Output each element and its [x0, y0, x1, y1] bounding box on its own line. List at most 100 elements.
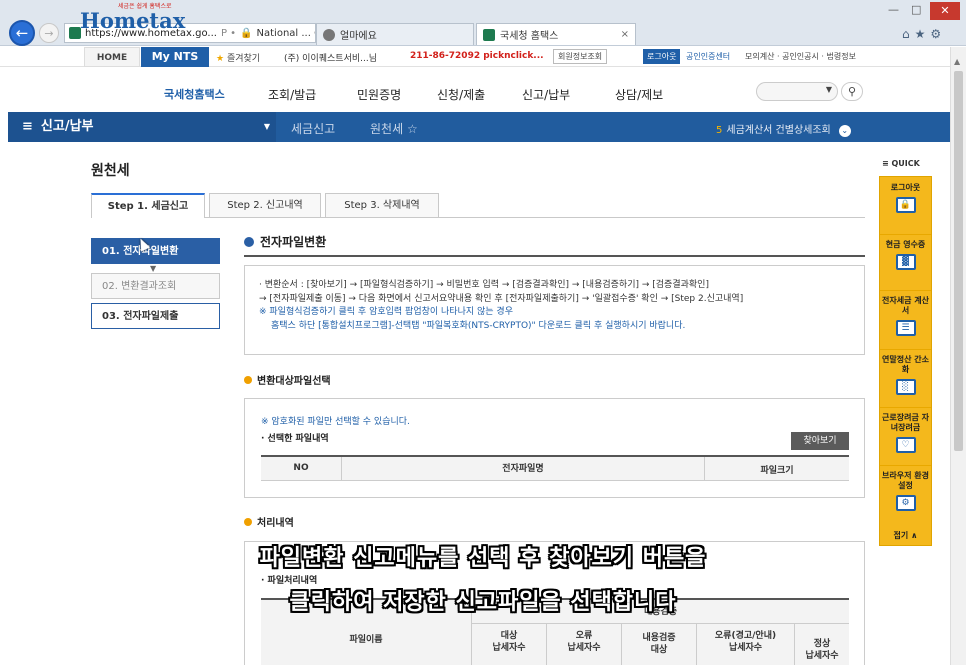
breadcrumb-withholding[interactable]: 원천세 ☆ — [370, 120, 418, 137]
popular-menu[interactable]: 5 세금계산서 건별상세조회 ⌄ — [716, 121, 851, 137]
quick-title: ≡ QUICK — [882, 159, 920, 168]
header-line: 납세자수 — [805, 651, 839, 661]
hometax-tab-icon — [483, 28, 495, 41]
gnb-lookup[interactable]: 조회/발급 — [268, 86, 316, 103]
minimize-button[interactable]: — — [888, 3, 899, 16]
quick-label: 근로장려금 자녀장려금 — [882, 413, 929, 432]
my-nts-button[interactable]: My NTS — [141, 47, 209, 67]
tab-search[interactable]: 얼마에요 — [316, 23, 474, 45]
tab-step2[interactable]: Step 2. 신고내역 — [209, 193, 321, 218]
invoice-icon: ☰ — [895, 320, 916, 336]
triangle-down-icon: ▼ — [263, 122, 270, 131]
side-menu-file-submit[interactable]: 03. 전자파일제출 — [91, 303, 220, 329]
lock-icon: 🔒 — [895, 197, 916, 213]
column-filename: 전자파일명 — [341, 457, 705, 481]
scroll-thumb[interactable] — [954, 71, 963, 451]
quick-label: 연말정산 간소화 — [882, 355, 929, 374]
tab-step3[interactable]: Step 3. 삭제내역 — [325, 193, 439, 218]
lock-icon: 🔒 — [240, 27, 253, 39]
heart-icon: ♡ — [895, 437, 916, 453]
column-target-taxpayers: 대상납세자수 — [471, 624, 546, 665]
tab-hometax[interactable]: 국세청 홈택스 × — [476, 23, 636, 45]
back-button[interactable]: ← — [9, 20, 35, 46]
star-icon: ★ — [216, 54, 225, 64]
menu-title[interactable]: ≡ 신고/납부 ▼ — [8, 112, 276, 142]
popular-label: 세금계산서 건별상세조회 — [726, 125, 831, 136]
hometax-logo[interactable]: 세금은 쉽게 홈택스로 Hometax — [80, 3, 185, 33]
header-line: 납세자수 — [728, 643, 763, 653]
bullet-icon — [244, 237, 254, 247]
quick-panel: 로그아웃 🔒 현금 영수증 ▓ 전자세금 계산서 ☰ 연말정산 간소화 ░ 근로… — [879, 176, 932, 546]
quick-logout[interactable]: 로그아웃 🔒 — [880, 183, 931, 213]
quick-incentive[interactable]: 근로장려금 자녀장려금 ♡ — [880, 407, 931, 453]
address-search-icon[interactable]: Ρ • — [221, 28, 236, 39]
quick-year-end[interactable]: 연말정산 간소화 ░ — [880, 349, 931, 395]
gnb-consult[interactable]: 상담/제보 — [615, 86, 663, 103]
arrow-left-icon: ← — [15, 24, 29, 42]
logout-button[interactable]: 로그아웃 — [643, 49, 681, 64]
search-button[interactable]: ⚲ — [841, 82, 863, 101]
header-line: 대상 — [500, 631, 518, 641]
favorites-link[interactable]: ★ 즐겨찾기 — [216, 51, 260, 64]
side-menu-file-convert[interactable]: 01. 전자파일변환 — [91, 238, 220, 264]
address-cert[interactable]: National ... C — [257, 28, 315, 39]
logo-kr: 국세청홈택스 — [164, 88, 225, 101]
quick-e-invoice[interactable]: 전자세금 계산서 ☰ — [880, 290, 931, 336]
star-outline-icon: ☆ — [406, 122, 418, 136]
util-links[interactable]: 모의계산 · 공인인공시 · 법령정보 — [745, 51, 856, 62]
file-note: ※ 암호화된 파일만 선택할 수 있습니다. — [261, 417, 410, 427]
column-warning-taxpayers: 오류(경고/안내) 납세자수 — [696, 624, 794, 665]
search-tab-icon — [323, 28, 335, 41]
header-line: 내용검증 — [642, 633, 676, 643]
column-error-taxpayers: 오류 납세자수 — [546, 624, 621, 665]
scroll-up-icon[interactable]: ▲ — [954, 57, 960, 66]
header-line: 오류 — [575, 631, 593, 641]
quick-browser-settings[interactable]: 브라우저 환경설정 ⚙ — [880, 465, 931, 511]
member-info-button[interactable]: 회원정보조회 — [553, 49, 608, 64]
search-input[interactable]: ▼ — [756, 82, 838, 101]
tab-label: 얼마에요 — [340, 31, 377, 42]
vertical-scrollbar[interactable]: ▲ — [950, 47, 966, 665]
header-line: 대상 — [650, 645, 668, 655]
forward-button[interactable]: → — [39, 23, 59, 43]
tab-divider — [205, 217, 865, 218]
home-button[interactable]: HOME — [84, 47, 140, 67]
instruction-box: · 변환순서 : [찾아보기] → [파일형식검증하기] → 비밀번호 입력 →… — [244, 265, 865, 355]
column-normal-taxpayers: 정상 납세자수 — [794, 624, 849, 665]
process-title: 처리내역 — [244, 514, 294, 529]
close-window-button[interactable]: ✕ — [930, 2, 960, 20]
header-line: 납세자수 — [492, 643, 526, 653]
quick-label: 현금 영수증 — [885, 240, 926, 249]
tab-step1[interactable]: Step 1. 세금신고 — [91, 193, 205, 218]
find-file-button[interactable]: 찾아보기 — [791, 432, 849, 450]
quick-cash-receipt[interactable]: 현금 영수증 ▓ — [880, 234, 931, 270]
gnb-apply[interactable]: 신청/제출 — [437, 86, 485, 103]
selected-files-label: · 선택한 파일내역 — [261, 434, 329, 444]
receipt-icon: ▓ — [895, 254, 916, 270]
logo-tagline: 세금은 쉽게 홈택스로 — [118, 3, 172, 10]
section-title: 전자파일변환 — [244, 233, 326, 250]
maximize-button[interactable]: □ — [911, 3, 921, 16]
bullet-icon — [244, 376, 252, 384]
gnb-certificate[interactable]: 민원증명 — [357, 86, 401, 103]
util-bar: HOME My NTS ★ 즐겨찾기 (주) 이이퀘스트서비...님 211-8… — [0, 47, 950, 67]
breadcrumb-tax-report[interactable]: 세금신고 — [291, 120, 335, 137]
menu-bar: ≡ 신고/납부 ▼ 세금신고 원천세 ☆ 5 세금계산서 건별상세조회 ⌄ — [8, 112, 950, 142]
file-table-header: NO 전자파일명 파일크기 — [261, 455, 849, 481]
gnb-report[interactable]: 신고/납부 — [522, 86, 570, 103]
column-filesize: 파일크기 — [760, 466, 794, 476]
chevron-down-icon: ⌄ — [838, 125, 851, 137]
quick-label: 전자세금 계산서 — [882, 296, 929, 315]
browser-toolbar-icons[interactable]: ⌂★⚙ — [902, 27, 946, 41]
user-bizno: 211-86-72092 picknclick... — [410, 51, 544, 61]
chevron-down-icon: ▼ — [825, 85, 832, 94]
section-divider — [244, 255, 865, 257]
cert-center-link[interactable]: 공인인증센터 — [686, 51, 730, 62]
quick-label: 로그아웃 — [890, 183, 921, 192]
calculator-icon: ░ — [895, 379, 916, 395]
side-menu-convert-result[interactable]: 02. 변환결과조회 — [91, 273, 220, 299]
subtitle-caption: 파일변환 신고메뉴를 선택 후 찾아보기 버튼을 — [259, 546, 707, 571]
gear-icon: ⚙ — [895, 495, 916, 511]
header-line: 오류(경고/안내) — [714, 631, 777, 641]
tab-close-icon[interactable]: × — [621, 29, 629, 40]
